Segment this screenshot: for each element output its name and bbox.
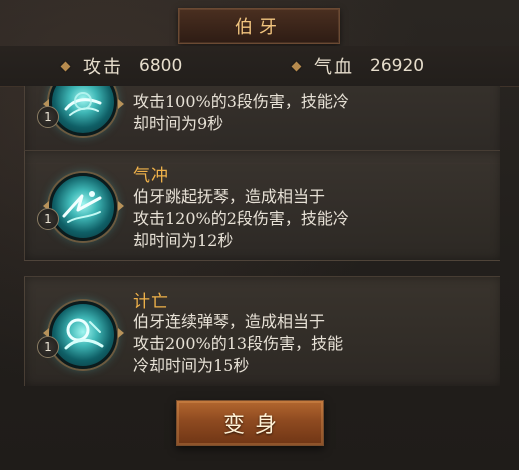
skill-card[interactable]: 1 计亡 伯牙连续弹琴，造成相当于 攻击200%的13段伤害，技能 冷却时间为1… (24, 276, 500, 386)
skill-description-line: 攻击120%的2段伤害，技能冷 (133, 209, 349, 228)
diamond-icon (291, 61, 302, 71)
skill-description: 伯牙连续弹琴，造成相当于 攻击200%的13段伤害，技能 冷却时间为15秒 (133, 311, 373, 377)
guqin-skill-icon (49, 301, 117, 369)
card-right-ornament (118, 99, 124, 109)
attack-value: 6800 (139, 56, 183, 76)
skill-description-line: 却时间为12秒 (133, 231, 234, 250)
wave-strike-skill-icon (49, 173, 117, 241)
stats-bar: 攻击 6800 气血 26920 (0, 46, 519, 87)
skill-description: 伯牙跳起抚琴，造成相当于 攻击120%的2段伤害，技能冷 却时间为12秒 (133, 186, 373, 252)
attack-stat: 攻击 6800 (0, 46, 259, 86)
skill-description-line: 伯牙跳起抚琴，造成相当于 (133, 187, 326, 206)
skill-card[interactable]: 1 气冲 伯牙跳起抚琴，造成相当于 攻击120%的2段伤害，技能冷 却时间为12… (24, 150, 500, 261)
title-tab: 伯牙 (178, 8, 340, 44)
skill-description-line: 伯牙连续弹琴，造成相当于 (133, 312, 326, 331)
card-right-ornament (118, 328, 124, 338)
character-skill-panel: 伯牙 攻击 6800 气血 26920 1 攻击100%的3段伤害，技能冷 却时… (0, 0, 519, 470)
lyre-skill-icon (49, 86, 117, 136)
skill-description-line: 攻击200%的13段伤害，技能 (133, 334, 344, 353)
attack-label: 攻击 (83, 57, 123, 78)
hp-label: 气血 (314, 57, 354, 78)
skill-level-badge: 1 (37, 106, 59, 128)
card-right-ornament (118, 201, 124, 211)
hp-stat: 气血 26920 (259, 46, 518, 86)
skill-name: 气冲 (133, 166, 169, 186)
hp-value: 26920 (370, 56, 425, 76)
skill-level-badge: 1 (37, 208, 59, 230)
skill-description: 攻击100%的3段伤害，技能冷 却时间为9秒 (133, 91, 373, 135)
skill-name: 计亡 (133, 292, 169, 312)
skill-description-line: 攻击100%的3段伤害，技能冷 (133, 92, 349, 111)
transform-button-label: 变身 (222, 413, 287, 438)
skill-list[interactable]: 1 攻击100%的3段伤害，技能冷 却时间为9秒 1 气冲 伯牙跳起抚琴，造成相… (24, 86, 500, 386)
diamond-icon (60, 61, 71, 71)
skill-level-badge: 1 (37, 336, 59, 358)
transform-button[interactable]: 变身 (176, 400, 324, 446)
skill-description-line: 冷却时间为15秒 (133, 356, 250, 375)
skill-description-line: 却时间为9秒 (133, 114, 224, 133)
character-name: 伯牙 (235, 17, 283, 38)
